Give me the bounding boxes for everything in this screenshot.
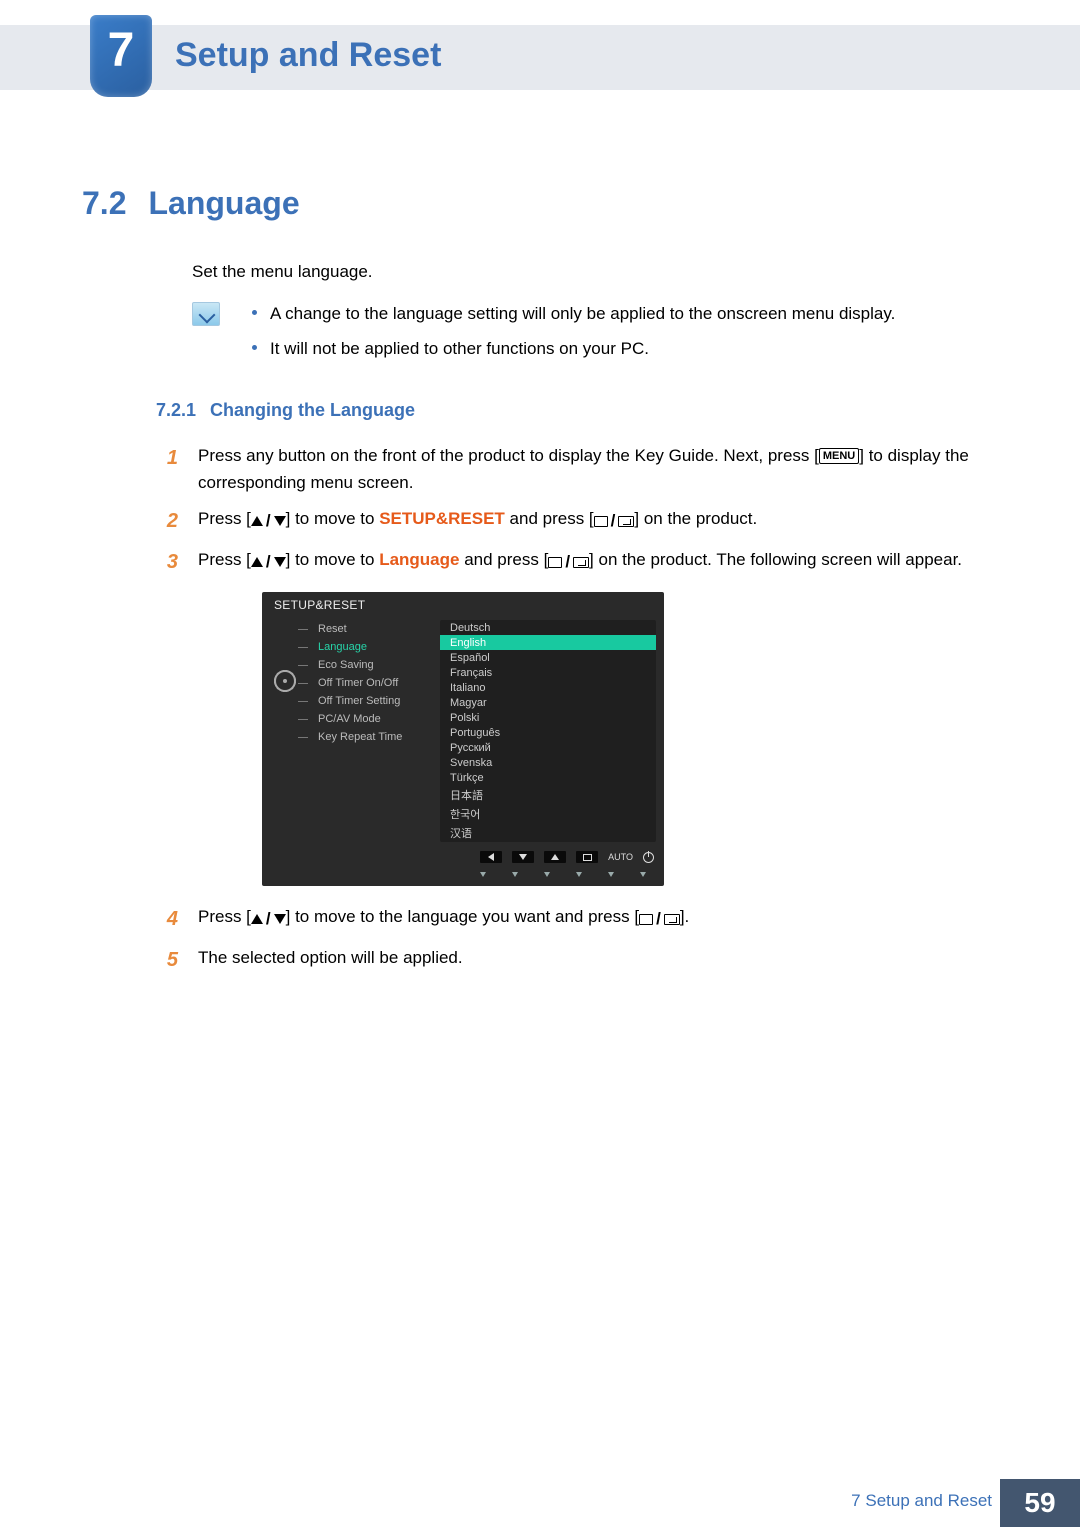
step-text: Press [/] to move to SETUP&RESET and pre… — [198, 506, 998, 537]
osd-menu-list: ResetLanguageEco SavingOff Timer On/OffO… — [310, 620, 436, 746]
chapter-title: Setup and Reset — [175, 36, 441, 75]
step-number: 5 — [160, 945, 178, 976]
caret-down-icon — [608, 872, 614, 877]
page-content: 7.2 Language Set the menu language. A ch… — [82, 185, 998, 986]
section-title: Language — [148, 185, 299, 222]
osd-left-pane: ResetLanguageEco SavingOff Timer On/OffO… — [270, 620, 436, 842]
page-footer: 7 Setup and Reset 59 — [0, 1479, 1080, 1527]
step-text: The selected option will be applied. — [198, 945, 998, 976]
subsection-title: Changing the Language — [210, 400, 415, 421]
osd-back-icon — [480, 851, 502, 863]
osd-menu-item: Language — [310, 638, 436, 656]
osd-language-item: Français — [440, 665, 656, 680]
osd-right-pane: DeutschEnglishEspañolFrançaisItalianoMag… — [440, 620, 656, 842]
subsection-number: 7.2.1 — [156, 400, 196, 421]
step-item: 5 The selected option will be applied. — [160, 945, 998, 976]
osd-down-icon — [512, 851, 534, 863]
target-bold: Language — [379, 550, 459, 569]
osd-language-list: DeutschEnglishEspañolFrançaisItalianoMag… — [440, 620, 656, 842]
osd-language-item: English — [440, 635, 656, 650]
caret-down-icon — [544, 872, 550, 877]
osd-panel: SETUP&RESET ResetLanguageEco SavingOff T… — [262, 592, 664, 886]
step-number: 1 — [160, 443, 178, 496]
steps-list: 1 Press any button on the front of the p… — [160, 443, 998, 578]
osd-menu-item: PC/AV Mode — [310, 710, 436, 728]
source-enter-icon: / — [594, 508, 635, 534]
caret-down-icon — [480, 872, 486, 877]
osd-auto-label: AUTO — [608, 852, 633, 862]
step-text: Press any button on the front of the pro… — [198, 443, 998, 496]
note-item: It will not be applied to other function… — [248, 335, 998, 362]
step-item: 4 Press [/] to move to the language you … — [160, 904, 998, 935]
step-item: 2 Press [/] to move to SETUP&RESET and p… — [160, 506, 998, 537]
osd-language-item: Italiano — [440, 680, 656, 695]
osd-title: SETUP&RESET — [262, 592, 664, 620]
osd-footer-icons: AUTO — [262, 848, 664, 866]
note-list: A change to the language setting will on… — [248, 300, 998, 370]
chapter-badge: 7 — [90, 15, 152, 97]
section-intro: Set the menu language. — [192, 262, 998, 282]
step-text: Press [/] to move to Language and press … — [198, 547, 998, 578]
osd-footer-carets — [262, 866, 664, 884]
osd-enter-icon — [576, 851, 598, 863]
caret-down-icon — [640, 872, 646, 877]
chapter-header — [0, 25, 1080, 90]
section-number: 7.2 — [82, 185, 126, 222]
osd-language-item: Deutsch — [440, 620, 656, 635]
osd-up-icon — [544, 851, 566, 863]
osd-menu-item: Reset — [310, 620, 436, 638]
source-enter-icon: / — [639, 906, 680, 932]
osd-menu-item: Off Timer On/Off — [310, 674, 436, 692]
osd-language-item: Русский — [440, 740, 656, 755]
step-item: 1 Press any button on the front of the p… — [160, 443, 998, 496]
osd-language-item: Português — [440, 725, 656, 740]
note-item: A change to the language setting will on… — [248, 300, 998, 327]
osd-language-item: Svenska — [440, 755, 656, 770]
caret-down-icon — [576, 872, 582, 877]
footer-breadcrumb: 7 Setup and Reset — [851, 1491, 992, 1511]
osd-language-item: 한국어 — [440, 804, 656, 823]
step-number: 3 — [160, 547, 178, 578]
steps-list-cont: 4 Press [/] to move to the language you … — [160, 904, 998, 976]
target-bold: SETUP&RESET — [379, 509, 505, 528]
osd-language-item: Magyar — [440, 695, 656, 710]
note-block: A change to the language setting will on… — [192, 300, 998, 370]
step-text: Press [/] to move to the language you wa… — [198, 904, 998, 935]
osd-language-item: 日本語 — [440, 785, 656, 804]
up-down-icon: / — [251, 508, 286, 534]
osd-language-item: Español — [440, 650, 656, 665]
osd-language-item: 汉语 — [440, 823, 656, 842]
osd-menu-item: Off Timer Setting — [310, 692, 436, 710]
up-down-icon: / — [251, 906, 286, 932]
osd-language-item: Polski — [440, 710, 656, 725]
gear-icon — [274, 670, 296, 692]
section-heading: 7.2 Language — [82, 185, 998, 222]
step-item: 3 Press [/] to move to Language and pres… — [160, 547, 998, 578]
caret-down-icon — [512, 872, 518, 877]
chapter-number: 7 — [108, 23, 135, 78]
menu-key-icon: MENU — [819, 448, 859, 464]
page-number-badge: 59 — [1000, 1479, 1080, 1527]
note-icon — [192, 302, 220, 326]
subsection-heading: 7.2.1 Changing the Language — [156, 400, 998, 421]
osd-language-item: Türkçe — [440, 770, 656, 785]
osd-body: ResetLanguageEco SavingOff Timer On/OffO… — [262, 620, 664, 848]
osd-screenshot: SETUP&RESET ResetLanguageEco SavingOff T… — [262, 592, 998, 886]
step-number: 4 — [160, 904, 178, 935]
osd-menu-item: Key Repeat Time — [310, 728, 436, 746]
osd-menu-item: Eco Saving — [310, 656, 436, 674]
source-enter-icon: / — [548, 549, 589, 575]
power-icon — [643, 852, 654, 863]
step-number: 2 — [160, 506, 178, 537]
up-down-icon: / — [251, 549, 286, 575]
